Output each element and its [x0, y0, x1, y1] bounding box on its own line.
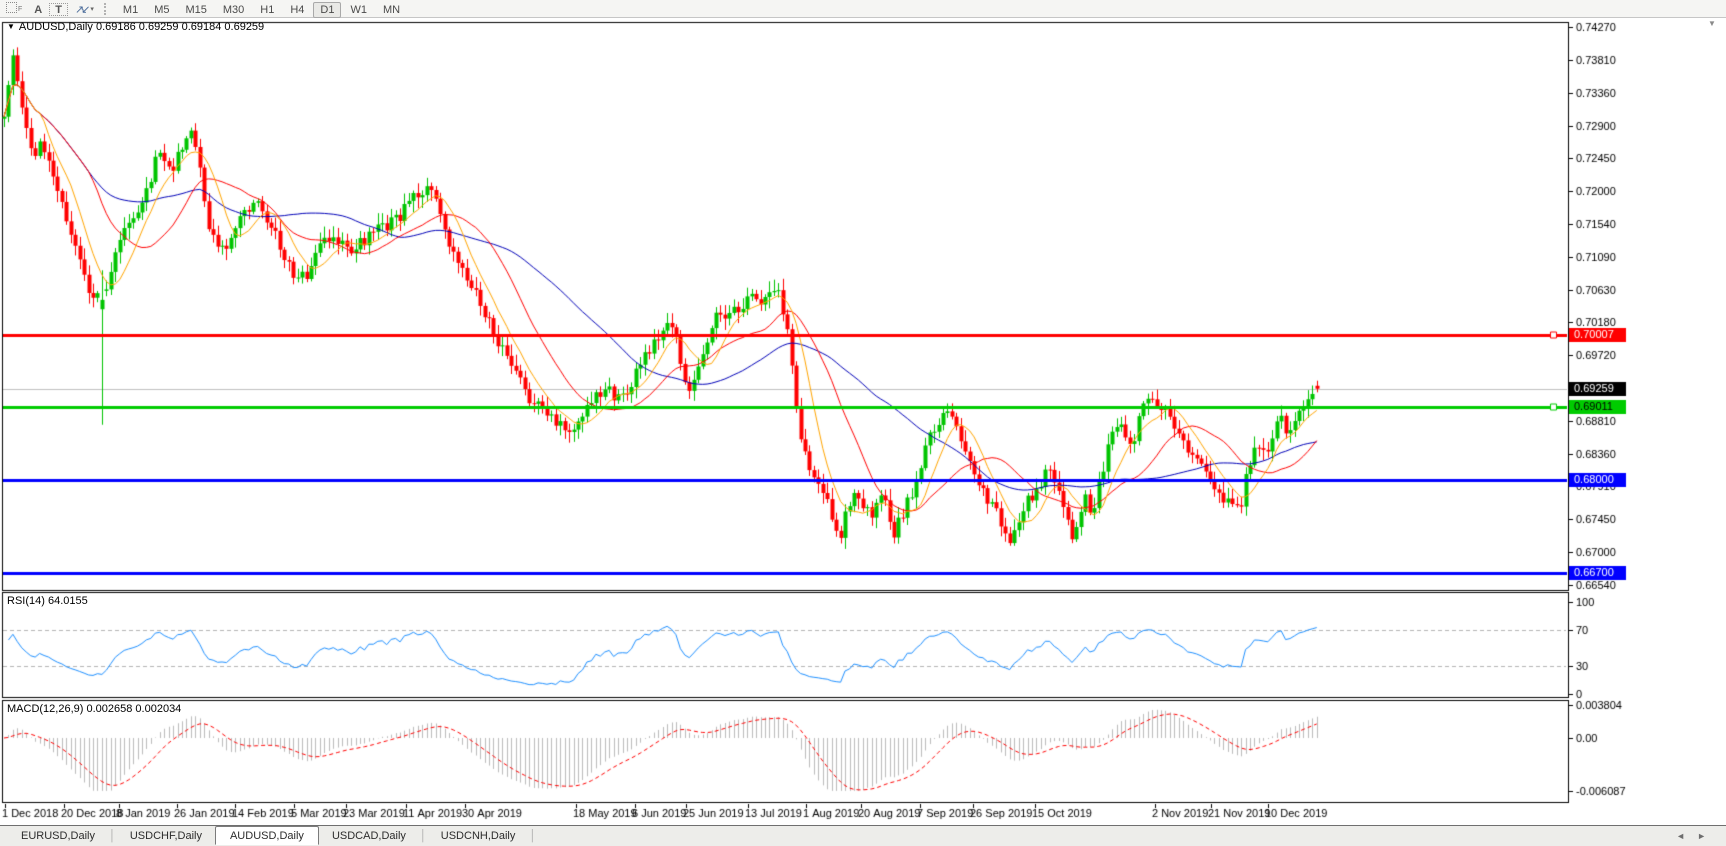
grid-sub-label: F — [18, 6, 23, 14]
timeframe-button-d1[interactable]: D1 — [313, 1, 342, 18]
text-label-icon-glyph: A — [34, 3, 43, 16]
macd-value: 0.002658 0.002034 — [86, 703, 182, 715]
chart-tab-usdcnh[interactable]: USDCNH,Daily — [428, 828, 529, 844]
price-chart-canvas[interactable] — [0, 18, 1726, 826]
timeframe-button-h1[interactable]: H1 — [253, 2, 281, 18]
text-box-icon-glyph: T — [55, 3, 62, 16]
timeframe-button-h4[interactable]: H4 — [283, 2, 311, 18]
tab-separator: │ — [419, 830, 427, 842]
chart-tab-usdchf[interactable]: USDCHF,Daily — [117, 828, 215, 844]
cursor-arrows-icon-glyph: ↗↙ — [74, 3, 91, 16]
tab-scroll-left-icon[interactable]: ◄ — [1676, 831, 1697, 841]
timeframe-button-mn[interactable]: MN — [376, 2, 407, 18]
cursor-arrows-icon[interactable]: ↗↙ ▾ — [70, 1, 99, 17]
dropdown-caret-icon: ▾ — [90, 6, 94, 14]
timeframe-button-m15[interactable]: M15 — [178, 2, 213, 18]
symbol-dropdown-icon[interactable]: ▼ — [7, 22, 15, 31]
chart-title: ▼ AUDUSD,Daily 0.69186 0.69259 0.69184 0.… — [7, 21, 264, 33]
toolbar-grip[interactable] — [103, 2, 109, 15]
timeframe-buttons: M1 M5 M15 M30 H1 H4 D1 W1 MN — [115, 0, 408, 18]
tab-bar: EURUSD,Daily │ USDCHF,Daily AUDUSD,Daily USD… — [0, 825, 1726, 846]
timeframe-button-w1[interactable]: W1 — [343, 2, 374, 18]
tab-separator: │ — [529, 830, 537, 842]
macd-indicator-label: MACD(12,26,9) 0.002658 0.002034 — [7, 703, 181, 715]
rsi-value: 64.0155 — [47, 595, 88, 607]
toolbar-icons: F A T ↗↙ ▾ — [0, 0, 100, 18]
timeframe-button-m5[interactable]: M5 — [147, 2, 176, 18]
chart-grid-icon[interactable]: F — [1, 0, 27, 15]
timeframe-button-m30[interactable]: M30 — [216, 2, 251, 18]
timeframe-button-m1[interactable]: M1 — [116, 2, 145, 18]
axis-menu-icon[interactable]: ▼ — [1708, 19, 1716, 28]
rsi-name: RSI(14) — [7, 595, 45, 607]
rsi-indicator-label: RSI(14) 64.0155 — [7, 595, 88, 607]
tab-separator: │ — [108, 830, 116, 842]
chart-tab-audusd[interactable]: AUDUSD,Daily — [214, 826, 319, 845]
mt4-window: F A T ↗↙ ▾ M1 M5 M15 M30 H1 H4 D1 W1 MN ▼ AUDUSD,Dail… — [0, 0, 1726, 846]
macd-name: MACD(12,26,9) — [7, 703, 84, 715]
chart-symbol-label: AUDUSD,Daily — [18, 21, 93, 33]
text-label-icon[interactable]: A — [29, 2, 47, 18]
chart-tab-eurusd[interactable]: EURUSD,Daily — [8, 828, 108, 844]
text-box-icon[interactable]: T — [49, 3, 68, 17]
chart-tab-usdcad[interactable]: USDCAD,Daily — [319, 828, 419, 844]
tab-scroll-right-icon[interactable]: ► — [1697, 831, 1718, 841]
grid-glyph — [6, 1, 17, 13]
chart-tabs: EURUSD,Daily │ USDCHF,Daily AUDUSD,Daily USD… — [8, 826, 537, 845]
chart-ohlc-values: 0.69186 0.69259 0.69184 0.69259 — [95, 21, 265, 33]
toolbar: F A T ↗↙ ▾ M1 M5 M15 M30 H1 H4 D1 W1 MN — [0, 0, 1726, 18]
